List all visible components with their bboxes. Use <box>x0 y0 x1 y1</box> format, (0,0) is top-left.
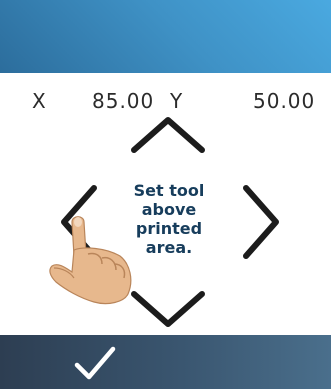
y-label: Y <box>170 89 184 113</box>
chevron-right-icon[interactable] <box>238 182 284 262</box>
header-bar <box>0 0 331 73</box>
footer-bar <box>0 335 331 389</box>
y-value: 50.00 <box>253 89 316 113</box>
x-label: X <box>32 89 47 113</box>
x-value: 85.00 <box>92 89 155 113</box>
chevron-up-icon[interactable] <box>128 112 208 158</box>
hand-pointer-icon <box>49 216 132 305</box>
instruction-line: Set tool <box>133 181 205 200</box>
checkmark-icon[interactable] <box>72 343 118 383</box>
